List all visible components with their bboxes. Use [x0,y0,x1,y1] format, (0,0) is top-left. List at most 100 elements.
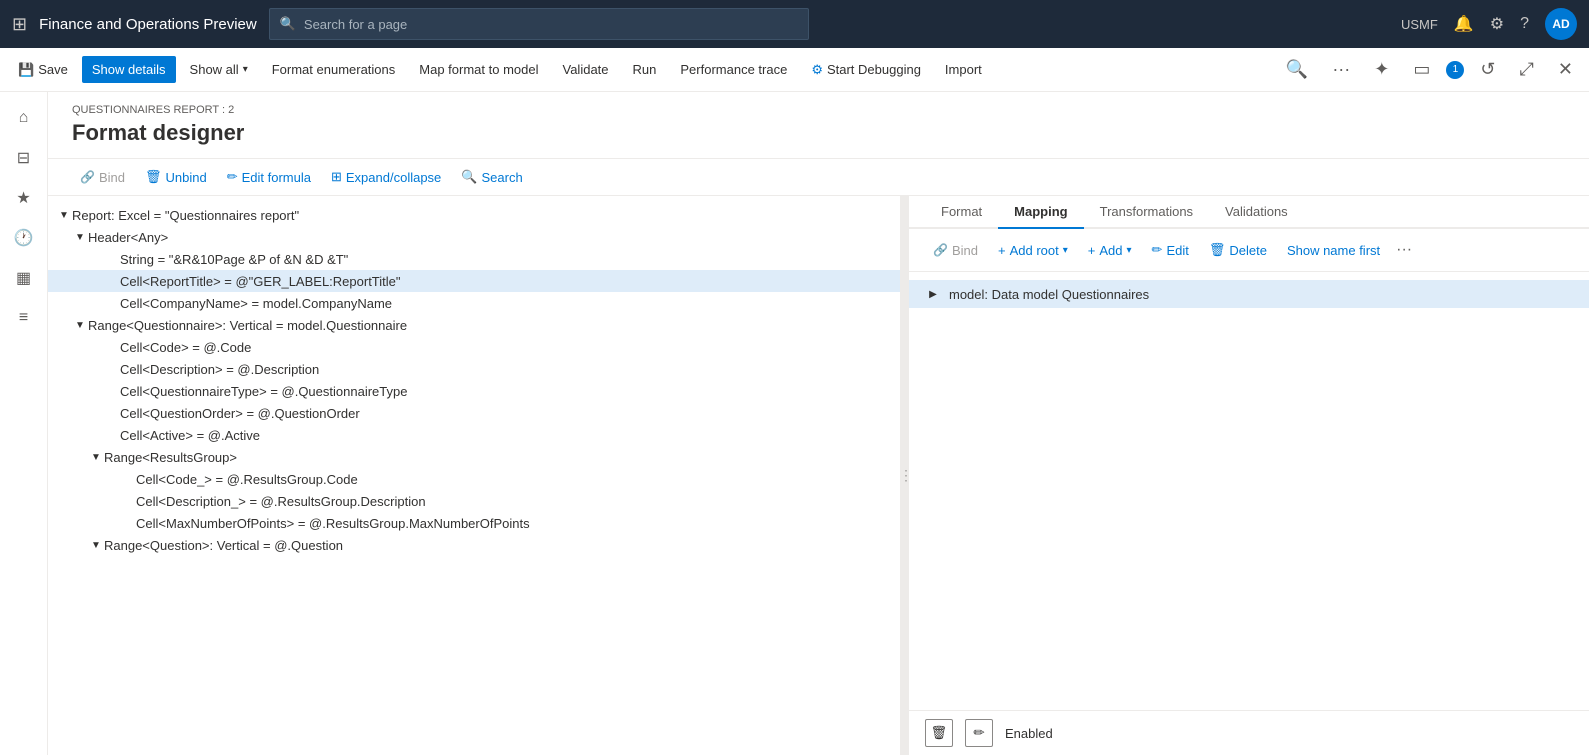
close-icon[interactable]: ✕ [1550,55,1581,84]
mapping-bind-button[interactable]: 🔗 Bind [925,239,986,262]
notification-badge: 1 [1446,61,1464,79]
tree-item-label: Cell<QuestionnaireType> = @.Questionnair… [120,384,407,399]
tree-item-label: Cell<ReportTitle> = @"GER_LABEL:ReportTi… [120,274,401,289]
tree-item[interactable]: Cell<Active> = @.Active [48,424,900,446]
tree-item-label: Report: Excel = "Questionnaires report" [72,208,299,223]
performance-trace-button[interactable]: Performance trace [670,56,797,83]
tree-item[interactable]: ▼ Header<Any> [48,226,900,248]
tree-item-label: Cell<Description_> = @.ResultsGroup.Desc… [136,494,426,509]
sidebar-item-workspaces[interactable]: ▦ [6,260,42,296]
unbind-button[interactable]: 🗑 Unbind [137,165,215,189]
tree-item[interactable]: Cell<CompanyName> = model.CompanyName [48,292,900,314]
sidebar-item-recent[interactable]: 🕐 [6,220,42,256]
expand-icon: ⊞ [331,169,342,185]
more-icon[interactable]: ··· [1392,237,1416,263]
tree-item-label: Cell<Active> = @.Active [120,428,260,443]
popout-icon[interactable]: ⤢ [1512,55,1542,84]
expand-collapse-button[interactable]: ⊞ Expand/collapse [323,165,449,189]
pin-icon[interactable]: ✦ [1366,55,1397,84]
tab-validations[interactable]: Validations [1209,196,1304,229]
start-debugging-button[interactable]: ⚙ Start Debugging [801,56,931,84]
app-title: Finance and Operations Preview [39,16,257,33]
tree-item[interactable]: Cell<Description> = @.Description [48,358,900,380]
chevron-down-icon: ▾ [243,64,248,75]
tree-item[interactable]: ▼ Report: Excel = "Questionnaires report… [48,204,900,226]
search-input[interactable] [304,17,798,32]
tree-toggle[interactable]: ▼ [72,229,88,245]
tree-item-label: Cell<CompanyName> = model.CompanyName [120,296,392,311]
bind-button[interactable]: 🔗 Bind [72,166,133,189]
tree-item-label: Range<Question>: Vertical = @.Question [104,538,343,553]
top-nav: ⊞ Finance and Operations Preview 🔍 USMF … [0,0,1589,48]
search-icon: 🔍 [280,16,296,32]
refresh-icon[interactable]: ↺ [1472,55,1503,84]
tree-item[interactable]: ▼ Range<Question>: Vertical = @.Question [48,534,900,556]
help-icon[interactable]: ? [1520,15,1529,33]
trash-icon: 🗑 [145,169,162,185]
delete-bottom-button[interactable]: 🗑 [925,719,953,747]
mapping-pane: Format Mapping Transformations Validatio… [909,196,1589,755]
chevron-down-icon: ▾ [1127,245,1132,256]
tree-item[interactable]: ▼ Range<Questionnaire>: Vertical = model… [48,314,900,336]
tree-item[interactable]: Cell<QuestionnaireType> = @.Questionnair… [48,380,900,402]
notification-icon[interactable]: 🔔 [1454,14,1474,34]
sidebar-item-filter[interactable]: ⊟ [6,140,42,176]
settings-icon[interactable]: ⚙ [1490,14,1504,34]
show-details-button[interactable]: Show details [82,56,176,83]
tree-item[interactable]: Cell<MaxNumberOfPoints> = @.ResultsGroup… [48,512,900,534]
show-all-button[interactable]: Show all ▾ [180,56,258,83]
format-tree: ▼ Report: Excel = "Questionnaires report… [48,196,900,564]
tree-item[interactable]: Cell<ReportTitle> = @"GER_LABEL:ReportTi… [48,270,900,292]
add-root-button[interactable]: + Add root ▾ [990,239,1076,262]
panel-icon[interactable]: ▭ [1405,55,1438,84]
tree-item-label: Range<ResultsGroup> [104,450,237,465]
trash-icon: 🗑 [931,725,948,741]
validate-button[interactable]: Validate [553,56,619,83]
sidebar-item-modules[interactable]: ≡ [6,300,42,336]
search-button[interactable]: 🔍 Search [453,165,530,189]
run-button[interactable]: Run [623,56,667,83]
tree-item[interactable]: String = "&R&10Page &P of &N &D &T" [48,248,900,270]
grid-icon[interactable]: ⊞ [12,14,27,35]
search-icon-cmd[interactable]: 🔍 [1278,55,1316,84]
tree-toggle[interactable]: ▼ [88,449,104,465]
tree-toggle[interactable]: ▼ [88,537,104,553]
save-button[interactable]: 💾 Save [8,56,78,84]
global-search[interactable]: 🔍 [269,8,809,40]
main-layout: ⌂ ⊟ ★ 🕐 ▦ ≡ QUESTIONNAIRES REPORT : 2 Fo… [0,92,1589,755]
format-enumerations-button[interactable]: Format enumerations [262,56,406,83]
show-name-first-button[interactable]: Show name first [1279,239,1388,262]
chevron-down-icon: ▾ [1063,245,1068,256]
tab-mapping[interactable]: Mapping [998,196,1083,229]
delete-button[interactable]: 🗑 Delete [1201,238,1275,262]
plus-icon: + [998,243,1006,258]
tree-item[interactable]: Cell<Description_> = @.ResultsGroup.Desc… [48,490,900,512]
nav-right: USMF 🔔 ⚙ ? AD [1401,8,1577,40]
mapping-tree-item[interactable]: ▶ model: Data model Questionnaires [909,280,1589,308]
edit-bottom-button[interactable]: ✏ [965,719,993,747]
tab-format[interactable]: Format [925,196,998,229]
mapping-toolbar: 🔗 Bind + Add root ▾ + Add ▾ ✏ [909,229,1589,272]
bottom-bar: 🗑 ✏ Enabled [909,710,1589,755]
mapping-tree: ▶ model: Data model Questionnaires [909,272,1589,710]
edit-button[interactable]: ✏ Edit [1144,238,1197,262]
tree-item[interactable]: Cell<QuestionOrder> = @.QuestionOrder [48,402,900,424]
tree-item[interactable]: ▼ Range<ResultsGroup> [48,446,900,468]
more-options-icon[interactable]: ··· [1324,55,1358,84]
edit-formula-button[interactable]: ✏ Edit formula [219,165,319,189]
tree-toggle[interactable]: ▶ [925,286,941,302]
sidebar-item-favorites[interactable]: ★ [6,180,42,216]
import-button[interactable]: Import [935,56,992,83]
avatar[interactable]: AD [1545,8,1577,40]
tree-item[interactable]: Cell<Code_> = @.ResultsGroup.Code [48,468,900,490]
map-format-to-model-button[interactable]: Map format to model [409,56,548,83]
content-area: QUESTIONNAIRES REPORT : 2 Format designe… [48,92,1589,755]
tree-toggle[interactable]: ▼ [56,207,72,223]
tree-item-label: Cell<QuestionOrder> = @.QuestionOrder [120,406,360,421]
tree-item[interactable]: Cell<Code> = @.Code [48,336,900,358]
sidebar-item-home[interactable]: ⌂ [6,100,42,136]
tree-toggle[interactable]: ▼ [72,317,88,333]
designer-toolbar: 🔗 Bind 🗑 Unbind ✏ Edit formula ⊞ Expand/… [48,159,1589,196]
tab-transformations[interactable]: Transformations [1084,196,1209,229]
add-button[interactable]: + Add ▾ [1080,239,1140,262]
